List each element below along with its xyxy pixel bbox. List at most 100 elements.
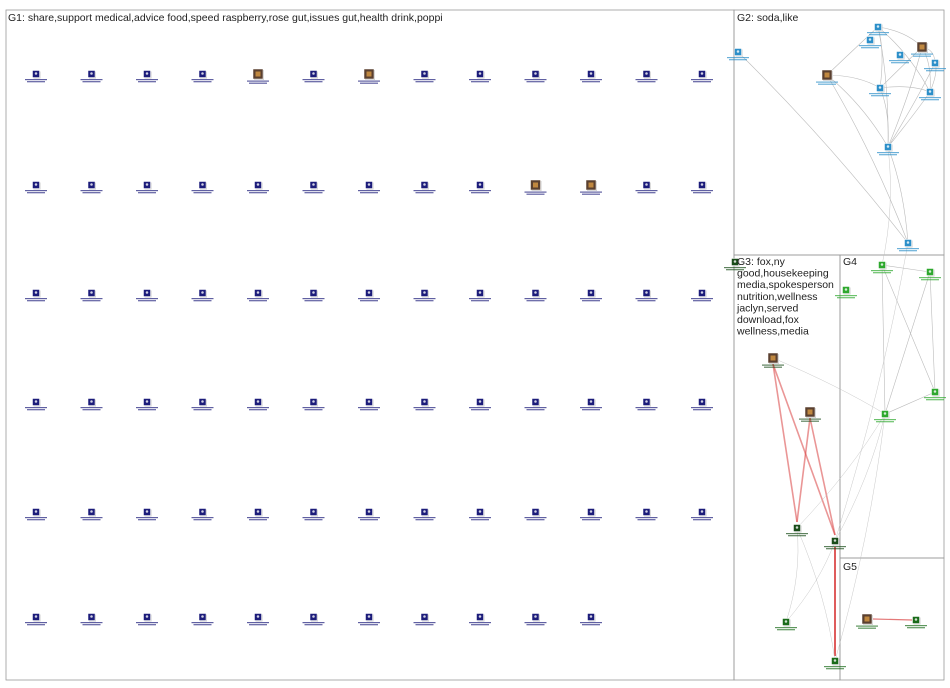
g1-node[interactable] — [580, 289, 602, 302]
g1-node[interactable] — [358, 613, 380, 626]
g1-node[interactable] — [469, 613, 491, 626]
g1-node[interactable] — [247, 613, 269, 626]
g1-node[interactable] — [302, 181, 325, 194]
g1-node[interactable] — [247, 289, 269, 302]
g1-node[interactable] — [580, 70, 602, 83]
g1-node[interactable] — [136, 613, 158, 626]
g1-node[interactable] — [413, 613, 436, 626]
g1-node[interactable] — [80, 398, 103, 411]
g1-node[interactable] — [691, 508, 713, 521]
g3-node[interactable] — [762, 352, 784, 368]
g3-node[interactable] — [786, 524, 808, 537]
g1-node[interactable] — [80, 70, 103, 83]
g1-node[interactable] — [413, 289, 436, 302]
g1-node[interactable] — [302, 508, 325, 521]
g1-node[interactable] — [25, 181, 47, 194]
g1-node[interactable] — [524, 289, 547, 302]
g1-node[interactable] — [580, 508, 602, 521]
g5-node[interactable] — [775, 618, 797, 631]
g1-node[interactable] — [302, 70, 325, 83]
g1-node[interactable] — [136, 70, 158, 83]
g1-node[interactable] — [635, 398, 658, 411]
g1-node[interactable] — [358, 181, 380, 194]
g1-node[interactable] — [580, 613, 602, 626]
g3-node[interactable] — [799, 406, 821, 422]
g1-node[interactable] — [413, 508, 436, 521]
g1-node[interactable] — [25, 70, 47, 83]
g1-node[interactable] — [358, 68, 380, 84]
g1-node[interactable] — [635, 508, 658, 521]
g1-node[interactable] — [247, 398, 269, 411]
g1-node[interactable] — [136, 181, 158, 194]
g1-node[interactable] — [413, 398, 436, 411]
g1-node[interactable] — [25, 289, 47, 302]
g1-node[interactable] — [524, 179, 547, 195]
g1-node[interactable] — [580, 398, 602, 411]
g1-node[interactable] — [358, 398, 380, 411]
node-label-mark — [360, 624, 378, 626]
g2-node[interactable] — [727, 48, 749, 61]
node-label-mark — [249, 624, 267, 626]
g2-node[interactable] — [877, 143, 899, 156]
g1-node[interactable] — [136, 398, 158, 411]
node-label-mark — [360, 192, 378, 194]
g1-node[interactable] — [413, 181, 436, 194]
g2-node[interactable] — [897, 239, 919, 252]
g1-node[interactable] — [691, 398, 713, 411]
g1-node[interactable] — [191, 289, 214, 302]
g1-node[interactable] — [524, 398, 547, 411]
g1-node[interactable] — [191, 181, 214, 194]
g1-node[interactable] — [580, 179, 602, 195]
g1-node[interactable] — [635, 181, 658, 194]
g1-node[interactable] — [691, 289, 713, 302]
g5-node[interactable] — [824, 657, 846, 670]
g4-node[interactable] — [924, 388, 946, 401]
g1-node[interactable] — [191, 398, 214, 411]
g5-node[interactable] — [856, 613, 878, 629]
g1-node[interactable] — [469, 289, 491, 302]
g1-node[interactable] — [80, 508, 103, 521]
g2-node[interactable] — [816, 69, 838, 85]
g4-node[interactable] — [835, 286, 857, 299]
g1-node[interactable] — [25, 613, 47, 626]
g2-node[interactable] — [911, 41, 933, 57]
g1-node[interactable] — [302, 613, 325, 626]
g1-node[interactable] — [191, 70, 214, 83]
g1-node[interactable] — [247, 68, 269, 84]
g2-node[interactable] — [869, 84, 891, 97]
g5-node[interactable] — [905, 616, 927, 629]
g1-node[interactable] — [80, 181, 103, 194]
g1-node[interactable] — [691, 70, 713, 83]
edge — [785, 527, 799, 623]
g1-node[interactable] — [469, 70, 491, 83]
g1-node[interactable] — [691, 181, 713, 194]
g2-node[interactable] — [859, 36, 881, 49]
g1-node[interactable] — [524, 70, 547, 83]
g1-node[interactable] — [247, 508, 269, 521]
g1-node[interactable] — [524, 508, 547, 521]
g1-node[interactable] — [469, 181, 491, 194]
g4-node[interactable] — [874, 410, 896, 423]
g1-node[interactable] — [25, 398, 47, 411]
g1-node[interactable] — [191, 508, 214, 521]
g1-node[interactable] — [247, 181, 269, 194]
g2-node[interactable] — [919, 88, 941, 101]
node-label-mark — [471, 409, 489, 411]
g1-node[interactable] — [302, 289, 325, 302]
g1-node[interactable] — [80, 289, 103, 302]
g1-node[interactable] — [25, 508, 47, 521]
g1-node[interactable] — [635, 289, 658, 302]
g1-node[interactable] — [524, 613, 547, 626]
g1-node[interactable] — [191, 613, 214, 626]
g1-node[interactable] — [469, 508, 491, 521]
g1-node[interactable] — [469, 398, 491, 411]
g1-node[interactable] — [358, 508, 380, 521]
g1-node[interactable] — [358, 289, 380, 302]
g1-node[interactable] — [80, 613, 103, 626]
g2-node[interactable] — [924, 59, 946, 72]
g1-node[interactable] — [635, 70, 658, 83]
g1-node[interactable] — [136, 508, 158, 521]
g1-node[interactable] — [413, 70, 436, 83]
g1-node[interactable] — [302, 398, 325, 411]
g1-node[interactable] — [136, 289, 158, 302]
